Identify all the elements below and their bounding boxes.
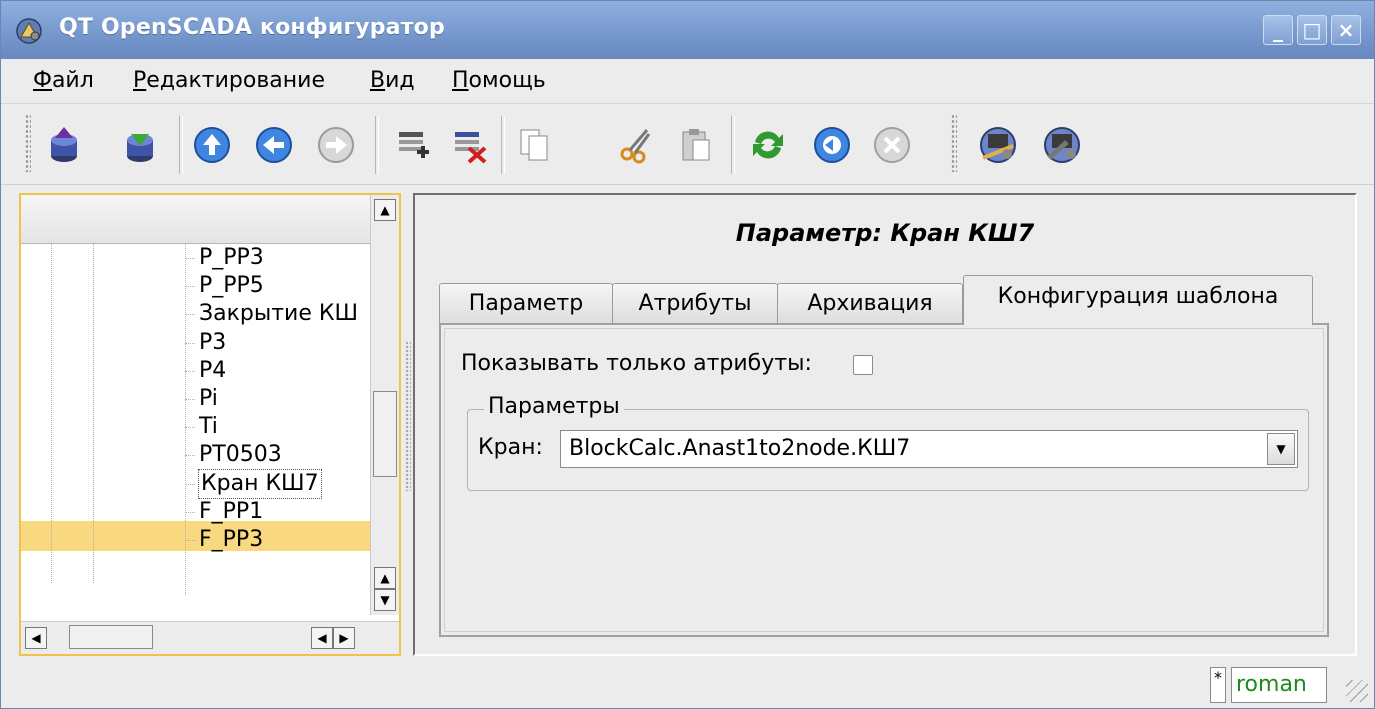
paste-icon[interactable] (675, 124, 717, 166)
tree-node[interactable]: Кран КШ7 (185, 468, 322, 499)
title-bar[interactable]: QT OpenSCADA конфигуратор _ □ × (1, 1, 1374, 59)
minimize-button[interactable]: _ (1263, 15, 1293, 45)
scroll-up-arrow[interactable]: ▲ (374, 199, 396, 221)
toolbar-grip[interactable] (951, 114, 957, 172)
crane-select[interactable]: BlockCalc.Anast1to2node.КШ7 ▼ (560, 430, 1298, 468)
station-tools-icon[interactable] (1041, 124, 1083, 166)
parameters-group-label: Параметры (484, 394, 624, 419)
copy-icon[interactable] (513, 124, 555, 166)
scroll-right-arrow[interactable]: ▶ (333, 627, 355, 649)
tree-panel[interactable]: P_PP3 P_PP5 Закрытие КШ P3 P4 Pi Ti PT0503 Кран … (19, 193, 401, 656)
up-icon[interactable] (191, 124, 233, 166)
scroll-thumb[interactable] (373, 391, 397, 477)
stop-icon[interactable] (871, 124, 913, 166)
chevron-down-icon[interactable]: ▼ (1267, 433, 1295, 465)
toolbar (1, 104, 1374, 185)
tree-node[interactable]: Pi (185, 385, 218, 413)
toolbar-grip[interactable] (25, 114, 31, 172)
delete-item-icon[interactable] (449, 124, 491, 166)
tree-guide (51, 243, 52, 583)
scroll-thumb[interactable] (69, 625, 153, 649)
tab-archiving[interactable]: Архивация (777, 283, 963, 323)
tree-node[interactable]: PT0503 (185, 441, 282, 469)
toolbar-separator (731, 116, 735, 174)
tab-content: Показывать только атрибуты: Параметры Кр… (439, 323, 1329, 637)
status-bar: * roman (1, 665, 1374, 708)
page-title: Параметр: Кран КШ7 (735, 219, 1035, 247)
tree-node[interactable]: P_PP3 (185, 244, 264, 272)
scroll-left-arrow[interactable]: ◀ (25, 627, 47, 649)
forward-icon[interactable] (315, 124, 357, 166)
user-indicator[interactable]: roman (1231, 667, 1327, 703)
tree-node[interactable]: Закрытие КШ (185, 300, 358, 328)
crane-select-value: BlockCalc.Anast1to2node.КШ7 (569, 436, 911, 461)
db-save-icon[interactable] (119, 124, 161, 166)
modified-indicator: * (1210, 667, 1226, 703)
toolbar-separator (501, 116, 505, 174)
add-item-icon[interactable] (391, 124, 433, 166)
menu-file-hotkey: Ф (33, 68, 52, 93)
window-title: QT OpenSCADA конфигуратор (59, 15, 445, 40)
tab-template-config[interactable]: Конфигурация шаблона (963, 275, 1313, 325)
tree-node[interactable]: Ti (185, 413, 218, 441)
station-icon[interactable] (977, 124, 1019, 166)
resize-grip[interactable] (1346, 680, 1368, 702)
menu-file[interactable]: Файл (33, 68, 94, 93)
parameters-groupbox: Параметры Кран: BlockCalc.Anast1to2node.… (467, 394, 1309, 491)
tab-attributes[interactable]: Атрибуты (612, 283, 778, 323)
tree-guide (185, 243, 186, 595)
start-icon[interactable] (811, 124, 853, 166)
tree-node[interactable]: P4 (184, 357, 226, 385)
cut-icon[interactable] (615, 124, 657, 166)
tree-horizontal-scrollbar[interactable]: ◀ ◀ ▶ (21, 621, 399, 654)
panel-splitter[interactable] (405, 341, 411, 491)
scroll-up-arrow[interactable]: ▲ (374, 567, 396, 589)
menu-edit-hotkey: Р (133, 68, 147, 93)
tree-header (21, 195, 371, 244)
menu-help[interactable]: Помощь (452, 68, 546, 93)
menu-view-label: ид (385, 68, 415, 93)
back-icon[interactable] (253, 124, 295, 166)
crane-label: Кран: (478, 435, 543, 460)
refresh-icon[interactable] (747, 124, 789, 166)
menu-file-label: айл (51, 68, 94, 93)
tab-content-inner: Показывать только атрибуты: Параметры Кр… (444, 328, 1324, 632)
tree-vertical-scrollbar[interactable]: ▲ ▲ ▼ (370, 195, 399, 615)
tab-parameter[interactable]: Параметр (439, 283, 613, 323)
app-icon (16, 18, 42, 44)
main-window: QT OpenSCADA конфигуратор _ □ × Файл Ред… (0, 0, 1375, 709)
toolbar-separator (179, 116, 183, 174)
tree-node[interactable]: F_PP3 (184, 526, 263, 554)
tree-guide (93, 243, 94, 583)
show-only-attributes-label: Показывать только атрибуты: (461, 351, 812, 376)
menu-view[interactable]: Вид (370, 68, 415, 93)
db-load-icon[interactable] (43, 124, 85, 166)
content-panel: Параметр: Кран КШ7 Параметр Атрибуты Арх… (413, 193, 1357, 656)
show-only-attributes-checkbox[interactable] (853, 355, 873, 375)
toolbar-separator (375, 116, 379, 174)
tree-node[interactable]: F_PP1 (184, 498, 263, 526)
close-button[interactable]: × (1331, 15, 1361, 45)
menu-view-hotkey: В (370, 68, 386, 93)
menu-edit[interactable]: Редактирование (133, 68, 325, 93)
menu-help-label: омощь (468, 68, 546, 93)
maximize-button[interactable]: □ (1297, 15, 1327, 45)
tree-node[interactable]: P3 (184, 329, 226, 357)
menu-bar: Файл Редактирование Вид Помощь (1, 59, 1374, 104)
scroll-left-arrow[interactable]: ◀ (311, 627, 333, 649)
menu-edit-label: едактирование (146, 68, 325, 93)
tree-selection-highlight (21, 521, 371, 551)
tree-node[interactable]: P_PP5 (185, 272, 264, 300)
scroll-down-arrow[interactable]: ▼ (374, 589, 396, 611)
menu-help-hotkey: П (452, 68, 469, 93)
